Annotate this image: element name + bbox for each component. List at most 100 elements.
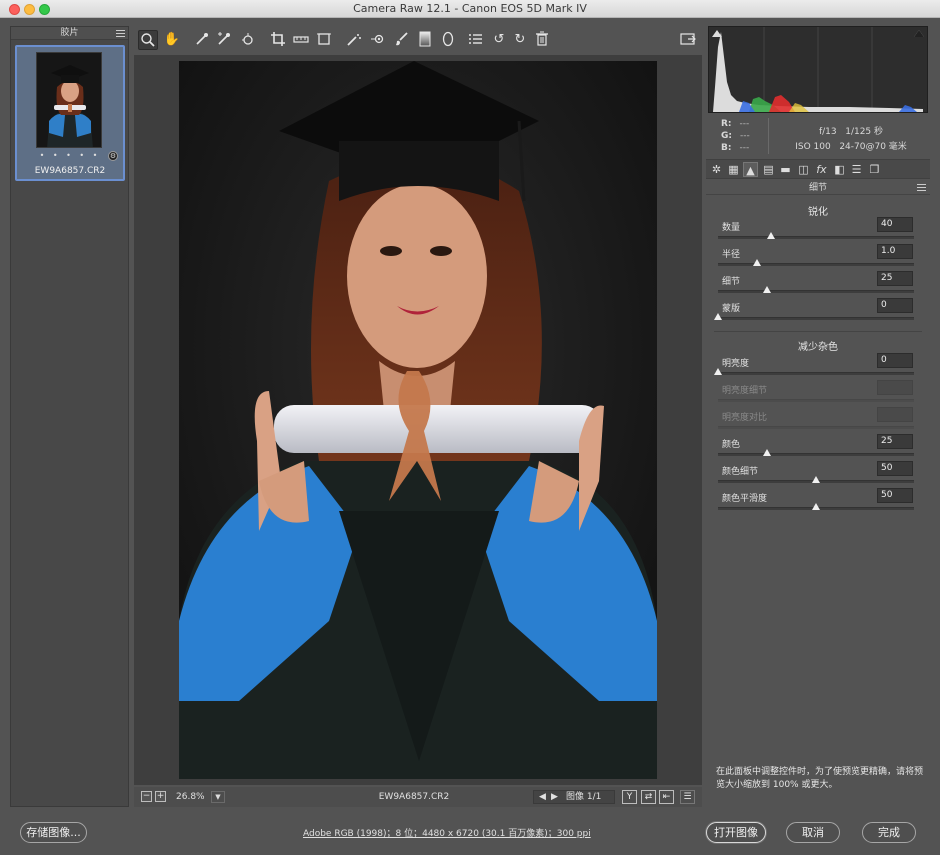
thumbnail-filename: EW9A6857.CR2 [34, 166, 106, 176]
snapshots-tab-icon[interactable]: ❐ [867, 162, 882, 177]
r-value: --- [739, 119, 750, 129]
color-label: 颜色 [722, 440, 741, 450]
color-smoothness-slider-thumb[interactable] [812, 503, 820, 510]
preferences-tool-icon[interactable] [466, 30, 486, 50]
luminance-contrast-label: 明亮度对比 [722, 413, 768, 423]
luminance-detail-control: 明亮度细节 [706, 379, 930, 406]
color-smoothness-input[interactable]: 50 [877, 488, 913, 503]
amount-input[interactable]: 40 [877, 217, 913, 232]
masking-slider-thumb[interactable] [714, 313, 722, 320]
presets-tab-sliders-icon[interactable]: ☰ [849, 162, 864, 177]
lens-corrections-tab-icon[interactable]: ◫ [796, 162, 811, 177]
aperture-value: f/13 [818, 127, 837, 137]
cancel-button[interactable]: 取消 [786, 822, 840, 843]
color-slider-track[interactable] [718, 453, 914, 456]
luminance-slider-track[interactable] [718, 372, 914, 375]
trash-icon[interactable] [532, 30, 552, 50]
luminance-slider-thumb[interactable] [714, 368, 722, 375]
red-eye-tool-icon[interactable] [368, 30, 388, 50]
close-window-button[interactable] [9, 4, 20, 15]
adjustment-brush-tool-icon[interactable] [392, 30, 412, 50]
lens-value: 24-70@70 毫米 [839, 142, 907, 152]
radial-filter-tool-icon[interactable] [438, 30, 458, 50]
status-filename: EW9A6857.CR2 [378, 792, 450, 802]
masking-control: 蒙版 0 [706, 297, 930, 324]
radius-label: 半径 [722, 250, 741, 260]
effects-tab-fx-icon[interactable]: fx [814, 162, 829, 177]
toggle-settings-icon[interactable]: ☰ [680, 790, 695, 804]
save-image-button[interactable]: 存储图像... [20, 822, 87, 843]
panel-title: 细节 [706, 181, 930, 195]
white-balance-tool-icon[interactable] [192, 30, 212, 50]
detail-tab-mountain-icon[interactable]: ▲ [743, 162, 758, 177]
luminance-input[interactable]: 0 [877, 353, 913, 368]
swap-settings-icon[interactable]: ⇄ [641, 790, 656, 804]
open-image-button[interactable]: 打开图像 [706, 822, 766, 843]
zoom-out-button[interactable]: − [141, 791, 152, 802]
bottom-bar: 存储图像... Adobe RGB (1998)；8 位；4480 x 6720… [0, 810, 940, 855]
r-label: R: [721, 119, 732, 129]
color-detail-input[interactable]: 50 [877, 461, 913, 476]
amount-slider-thumb[interactable] [766, 232, 775, 239]
minimize-window-button[interactable] [24, 4, 35, 15]
spot-removal-tool-icon[interactable] [344, 30, 364, 50]
radius-slider-thumb[interactable] [753, 259, 762, 266]
zoom-dropdown-chevron-down-icon[interactable]: ▼ [211, 791, 225, 803]
masking-input[interactable]: 0 [877, 298, 913, 313]
panel-menu-icon[interactable] [917, 184, 926, 191]
detail-slider-thumb[interactable] [763, 286, 771, 293]
radius-input[interactable]: 1.0 [877, 244, 913, 259]
color-sampler-tool-icon[interactable] [214, 30, 234, 50]
zoom-in-button[interactable]: + [155, 791, 166, 802]
exif-exposure: f/13 1/125 秒 [776, 124, 926, 137]
calibration-tab-icon[interactable]: ◧ [832, 162, 847, 177]
graduated-filter-tool-icon[interactable] [415, 30, 435, 50]
filmstrip-thumbnail[interactable]: • • • • • ⚙ EW9A6857.CR2 [15, 45, 125, 181]
b-label: B: [721, 143, 732, 153]
straighten-tool-icon[interactable] [291, 30, 311, 50]
basic-tab-aperture-icon[interactable]: ✲ [709, 162, 724, 177]
image-preview-area[interactable] [134, 55, 702, 785]
workflow-options-link[interactable]: Adobe RGB (1998)；8 位；4480 x 6720 (30.1 百… [303, 826, 591, 839]
preview-photo[interactable] [179, 61, 657, 779]
filmstrip-header: 胶片 [11, 27, 128, 40]
luminance-control: 明亮度 0 [706, 352, 930, 379]
masking-slider-track[interactable] [718, 317, 914, 320]
luminance-contrast-slider-track [718, 426, 914, 429]
hand-tool-icon[interactable]: ✋ [162, 30, 182, 50]
detail-slider-track[interactable] [718, 290, 914, 293]
tone-curve-tab-grid-icon[interactable]: ▦ [726, 162, 741, 177]
pixel-readout: R: --- G: --- B: --- f/13 1/125 秒 ISO 100 2… [706, 116, 930, 156]
fullscreen-icon[interactable] [678, 30, 698, 50]
next-image-icon[interactable]: ▶ [551, 791, 558, 803]
color-detail-slider-thumb[interactable] [812, 476, 820, 483]
noise-reduction-title: 减少杂色 [798, 342, 838, 353]
color-slider-thumb[interactable] [763, 449, 771, 456]
before-after-toggle-button[interactable]: Y [622, 790, 637, 804]
amount-slider-track[interactable] [718, 236, 914, 239]
rotate-left-icon[interactable]: ↺ [489, 30, 509, 50]
previous-image-icon[interactable]: ◀ [539, 791, 546, 803]
color-input[interactable]: 25 [877, 434, 913, 449]
color-control: 颜色 25 [706, 433, 930, 460]
hsl-tab-icon[interactable]: ▤ [761, 162, 776, 177]
transform-tool-icon[interactable] [314, 30, 334, 50]
zoom-tool-icon[interactable] [138, 30, 158, 50]
luminance-label: 明亮度 [722, 359, 750, 369]
copy-settings-icon[interactable]: ⇤ [659, 790, 674, 804]
detail-input[interactable]: 25 [877, 271, 913, 286]
readout-divider [768, 118, 769, 154]
crop-tool-icon[interactable] [268, 30, 288, 50]
section-divider [714, 331, 922, 332]
target-adjustment-tool-icon[interactable] [238, 30, 258, 50]
image-navigator: ◀ ▶ 图像 1/1 [533, 790, 615, 804]
luminance-detail-label: 明亮度细节 [722, 386, 768, 396]
done-button[interactable]: 完成 [862, 822, 916, 843]
preview-status-bar: − + 26.8% ▼ EW9A6857.CR2 ◀ ▶ 图像 1/1 Y ⇄ … [134, 787, 702, 807]
maximize-window-button[interactable] [39, 4, 50, 15]
filmstrip-menu-icon[interactable] [116, 30, 125, 37]
radius-slider-track[interactable] [718, 263, 914, 266]
rotate-right-icon[interactable]: ↻ [510, 30, 530, 50]
luminance-contrast-control: 明亮度对比 [706, 406, 930, 433]
split-toning-tab-icon[interactable]: ▬ [778, 162, 793, 177]
